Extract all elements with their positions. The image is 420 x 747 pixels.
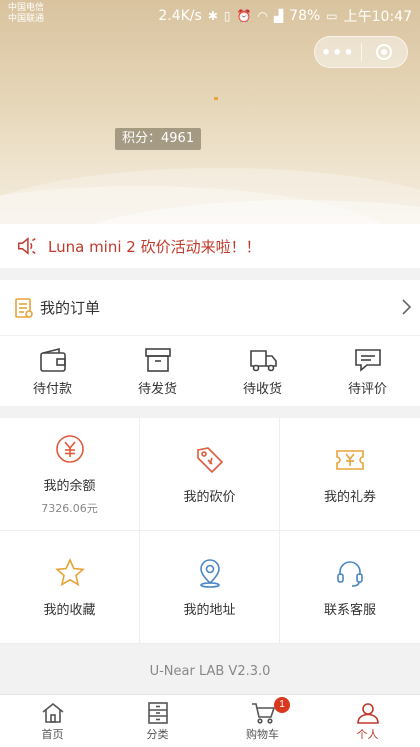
wallet-icon <box>39 347 66 372</box>
yen-coin-icon <box>55 434 84 463</box>
order-status-label: 待收货 <box>242 381 282 397</box>
order-status-label: 待发货 <box>137 381 177 397</box>
favorites-cell[interactable]: 我的收藏 <box>0 531 140 644</box>
tab-label: 购物车 <box>246 728 279 741</box>
star-icon <box>54 557 85 586</box>
cell-label: 我的地址 <box>183 602 236 618</box>
coupon-icon <box>336 449 364 470</box>
cart-count-badge: 1 <box>274 697 290 713</box>
box-icon <box>144 347 171 372</box>
services-grid: 我的余额 7326.06元 我的砍价 我的礼券 我的收藏 我的地址 联系客服 <box>0 418 420 644</box>
tab-label: 分类 <box>146 728 169 741</box>
alarm-icon: ⏰ <box>236 9 252 23</box>
person-icon <box>356 703 379 724</box>
cell-label: 我的礼券 <box>323 489 376 505</box>
price-tag-icon <box>196 446 223 473</box>
battery-icon: ▭ <box>326 9 338 23</box>
signal-icon: ▟ <box>273 9 284 23</box>
speaker-icon <box>18 237 36 255</box>
close-miniprogram-icon[interactable] <box>361 44 407 60</box>
carrier-1: 中国电信 <box>8 3 45 13</box>
tab-home[interactable]: 首页 <box>0 695 105 747</box>
cell-label: 联系客服 <box>323 602 376 618</box>
order-status-pending-review[interactable]: 待评价 <box>315 336 420 406</box>
tab-cart[interactable]: 1 购物车 <box>210 695 315 747</box>
balance-cell[interactable]: 我的余额 7326.06元 <box>0 418 140 531</box>
carrier-info: 中国电信 中国联通 <box>8 3 44 25</box>
chevron-right-icon <box>402 299 412 315</box>
cell-label: 我的收藏 <box>43 602 96 618</box>
comment-icon <box>354 348 381 372</box>
order-status-pending-payment[interactable]: 待付款 <box>0 336 105 406</box>
order-list-icon <box>15 297 33 318</box>
miniprogram-capsule: ••• <box>314 36 408 68</box>
truck-icon <box>249 349 277 371</box>
points-badge: 积分：4961 <box>115 128 202 150</box>
status-bar: 中国电信 中国联通 2.4K/s ✱ ▯ ⏰ ◠ ▟ 78% ▭ 上午10:47 <box>0 0 420 30</box>
tab-label: 首页 <box>41 728 64 741</box>
orders-title: 我的订单 <box>40 299 101 317</box>
cart-icon <box>251 703 275 724</box>
profile-header: 中国电信 中国联通 2.4K/s ✱ ▯ ⏰ ◠ ▟ 78% ▭ 上午10:47… <box>0 0 420 224</box>
cell-label: 我的砍价 <box>183 489 236 505</box>
battery-percent: 78% <box>289 8 321 24</box>
wifi-icon: ◠ <box>257 9 268 23</box>
app-version: U-Near LAB V2.3.0 <box>149 664 271 679</box>
balance-amount: 7326.06元 <box>41 501 98 515</box>
orders-section: 我的订单 待付款 待发货 待收货 待评价 <box>0 280 420 406</box>
location-pin-icon <box>199 558 220 588</box>
vibrate-icon: ▯ <box>223 9 231 23</box>
cell-label: 我的余额 <box>43 478 96 494</box>
network-speed: 2.4K/s <box>158 8 202 24</box>
order-status-label: 待评价 <box>347 381 387 397</box>
address-cell[interactable]: 我的地址 <box>140 531 280 644</box>
tab-profile[interactable]: 个人 <box>315 695 420 747</box>
bottom-tabbar: 首页 分类 1 购物车 个人 <box>0 694 420 747</box>
order-status-label: 待付款 <box>32 381 72 397</box>
carrier-2: 中国联通 <box>8 14 45 24</box>
order-status-pending-shipment[interactable]: 待发货 <box>105 336 210 406</box>
headset-icon <box>337 560 363 587</box>
coupon-cell[interactable]: 我的礼券 <box>280 418 420 531</box>
customer-service-cell[interactable]: 联系客服 <box>280 531 420 644</box>
tab-category[interactable]: 分类 <box>105 695 210 747</box>
home-icon <box>42 702 63 723</box>
clock: 上午10:47 <box>343 9 412 25</box>
status-right: 2.4K/s ✱ ▯ ⏰ ◠ ▟ 78% ▭ 上午10:47 <box>158 6 412 26</box>
bluetooth-icon: ✱ <box>207 9 218 23</box>
decor-mark <box>214 97 218 100</box>
order-status-row: 待付款 待发货 待收货 待评价 <box>0 336 420 406</box>
drawer-icon <box>147 702 168 724</box>
bargain-cell[interactable]: 我的砍价 <box>140 418 280 531</box>
more-menu-icon[interactable]: ••• <box>315 43 361 62</box>
orders-header[interactable]: 我的订单 <box>0 280 420 336</box>
notice-text: Luna mini 2 砍价活动来啦！！ <box>48 237 261 256</box>
order-status-pending-receipt[interactable]: 待收货 <box>210 336 315 406</box>
tab-label: 个人 <box>356 728 379 741</box>
notice-bar[interactable]: Luna mini 2 砍价活动来啦！！ <box>0 224 420 268</box>
